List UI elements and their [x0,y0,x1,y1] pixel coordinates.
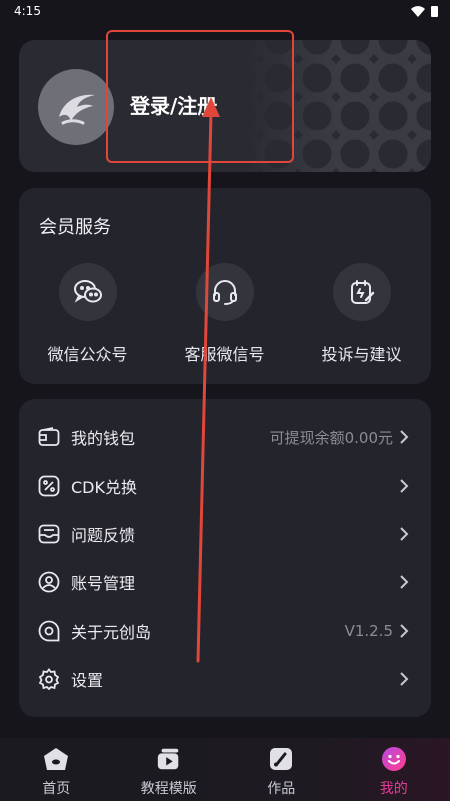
menu-label: 账号管理 [71,574,136,594]
menu-label: CDK兑换 [71,477,137,497]
service-label: 客服微信号 [184,345,265,364]
settings-menu-card: 我的钱包 可提现余额0.00元 CDK兑换 问题反馈 账号管理 关于元创岛 V1… [19,399,431,717]
video-template-icon [156,746,182,772]
member-services-card: 会员服务 微信公众号 客服微信号 投诉与建议 [19,188,431,384]
tab-tutorial-templates[interactable]: 教程模版 [113,738,226,801]
chevron-right-icon [400,478,409,493]
status-time: 4:15 [14,4,41,18]
logo-icon [59,94,95,125]
profile-card[interactable]: 登录/注册 [19,40,431,172]
menu-label: 问题反馈 [71,525,136,545]
menu-item-cdk[interactable]: CDK兑换 [19,461,431,509]
chevron-right-icon [400,575,409,590]
home-icon [43,746,69,772]
percent-coupon-icon [37,474,61,498]
menu-item-settings[interactable]: 设置 [19,655,431,703]
menu-label: 我的钱包 [71,429,136,449]
service-complaint-suggestion[interactable]: 投诉与建议 [293,263,430,365]
inbox-icon [37,522,61,546]
services-row: 微信公众号 客服微信号 投诉与建议 [19,263,431,365]
login-register-link[interactable]: 登录/注册 [130,90,217,119]
menu-item-about[interactable]: 关于元创岛 V1.2.5 [19,607,431,655]
menu-label: 关于元创岛 [71,622,152,642]
status-icons [411,5,438,17]
feedback-edit-icon [332,263,391,321]
tab-label: 我的 [379,781,408,797]
chevron-right-icon [400,430,409,444]
wallet-icon [37,425,61,449]
tab-mine[interactable]: 我的 [338,738,450,801]
avatar[interactable] [38,69,114,145]
menu-item-account[interactable]: 账号管理 [19,558,431,606]
service-label: 投诉与建议 [321,345,402,364]
bottom-tab-bar: 首页 教程模版 作品 我的 [0,738,450,801]
tab-label: 教程模版 [140,781,197,797]
service-label: 微信公众号 [47,345,128,364]
menu-item-feedback[interactable]: 问题反馈 [19,510,431,558]
smile-icon [381,746,407,772]
wifi-icon [411,5,425,17]
section-title: 会员服务 [39,217,111,238]
wallet-balance: 可提现余额0.00元 [269,428,393,447]
works-icon [268,746,294,772]
tab-home[interactable]: 首页 [0,738,113,801]
user-circle-icon [37,570,61,594]
chevron-right-icon [400,527,409,541]
menu-label: 设置 [71,671,104,691]
wechat-icon [58,263,117,321]
decorative-pattern [241,40,431,172]
gear-icon [37,667,61,691]
tab-label: 作品 [267,781,296,797]
tab-works[interactable]: 作品 [225,738,338,801]
chevron-right-icon [400,672,409,686]
headset-icon [195,263,254,321]
app-version: V1.2.5 [344,621,393,640]
menu-item-wallet[interactable]: 我的钱包 可提现余额0.00元 [19,413,431,461]
about-icon [37,619,61,643]
service-customer-wechat[interactable]: 客服微信号 [156,263,293,365]
tab-label: 首页 [42,781,71,797]
battery-icon [431,5,438,17]
status-bar: 4:15 [0,0,450,22]
chevron-right-icon [400,624,409,638]
service-wechat-official[interactable]: 微信公众号 [19,263,156,365]
